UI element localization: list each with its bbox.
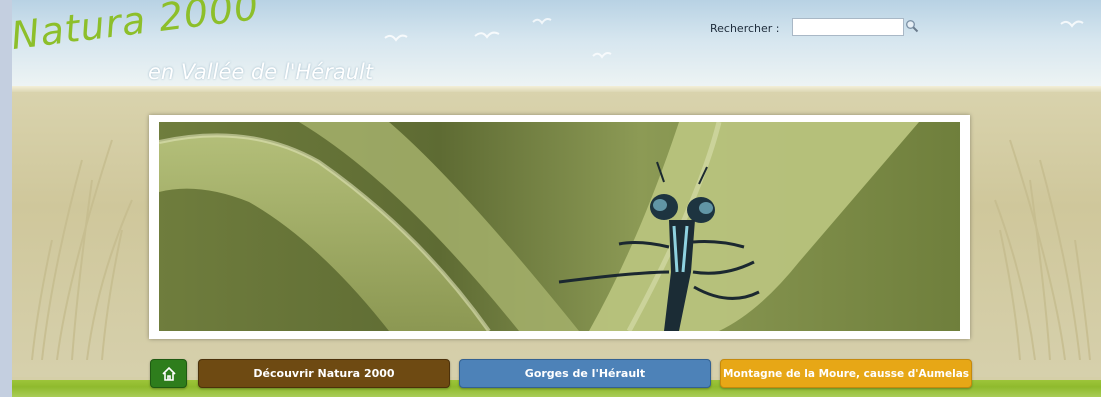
site-logo-subtitle: en Vallée de l'Hérault bbox=[148, 60, 374, 84]
home-button[interactable] bbox=[150, 359, 187, 388]
search-icon[interactable] bbox=[905, 19, 919, 33]
banner-photo bbox=[159, 122, 960, 331]
bird-decoration bbox=[1060, 20, 1084, 28]
damselfly-photo-illustration bbox=[159, 122, 960, 331]
nav-item-decouvrir-natura-2000[interactable]: Découvrir Natura 2000 bbox=[198, 359, 450, 388]
bird-decoration bbox=[474, 31, 500, 39]
grass-decoration-left bbox=[31, 139, 133, 360]
bird-decoration bbox=[384, 34, 408, 42]
bird-decoration bbox=[532, 18, 552, 25]
bird-decoration bbox=[592, 52, 612, 59]
page: Natura 2000 en Vallée de l'Hérault Reche… bbox=[12, 0, 1101, 397]
banner-frame bbox=[149, 115, 970, 339]
search-label: Rechercher : bbox=[710, 22, 780, 35]
grass-decoration-right bbox=[994, 139, 1091, 360]
nav-item-gorges-de-l-herault[interactable]: Gorges de l'Hérault bbox=[459, 359, 711, 388]
nav-item-montagne-de-la-moure[interactable]: Montagne de la Moure, causse d'Aumelas bbox=[720, 359, 972, 388]
main-nav: Découvrir Natura 2000 Gorges de l'Héraul… bbox=[12, 355, 1101, 397]
search-input[interactable] bbox=[792, 18, 904, 36]
home-icon bbox=[161, 366, 176, 381]
